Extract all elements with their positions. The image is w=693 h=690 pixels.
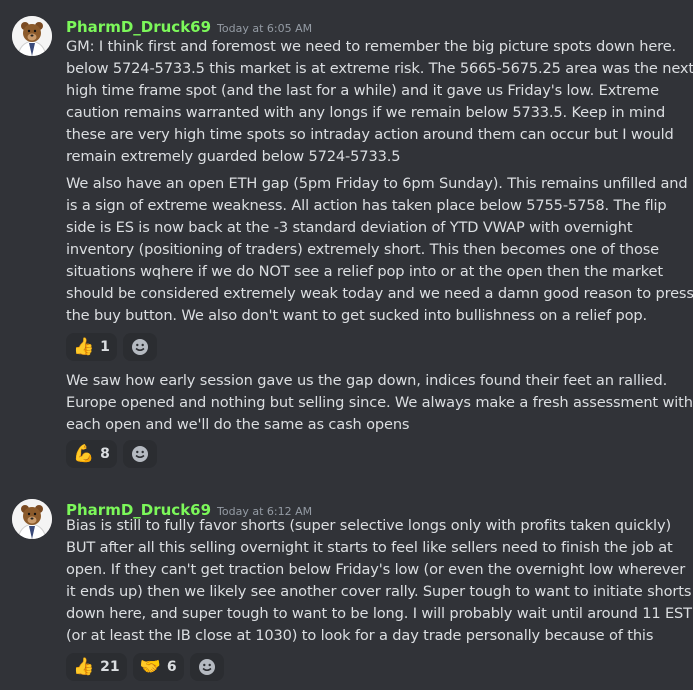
message-line: We saw how early session gave us the gap… <box>66 372 668 389</box>
reaction-count: 6 <box>166 659 177 675</box>
message-paragraph: Bias is still to fully favor shorts (sup… <box>66 515 692 647</box>
reaction-thumbs-up[interactable]: 👍 21 <box>66 653 127 681</box>
message-line: situations wqhere if we do NOT see a rel… <box>66 263 663 280</box>
message-line: GM: I think first and foremost we need t… <box>66 38 677 55</box>
message-line: Europe opened and nothing but selling si… <box>66 394 693 411</box>
reaction-bar: 👍 21 🤝 6 <box>66 653 224 681</box>
bear-avatar-icon <box>12 16 52 56</box>
avatar[interactable] <box>12 499 52 539</box>
message-line: side is ES is now back at the -3 standar… <box>66 219 633 236</box>
timestamp: Today at 6:05 AM <box>217 22 313 35</box>
message-line: Bias is still to fully favor shorts (sup… <box>66 517 671 534</box>
thumbs-up-icon: 👍 <box>73 656 95 677</box>
add-reaction-button[interactable] <box>122 333 157 361</box>
reaction-count: 1 <box>100 339 110 355</box>
message-line: it ends up) then we likely see another c… <box>66 583 692 600</box>
message-line: should be considered extremely weak toda… <box>66 285 693 302</box>
message-line: caution remains warranted with any longs… <box>66 104 666 121</box>
message-line: the buy button. We also don't want to ge… <box>66 307 647 324</box>
message-paragraph: We also have an open ETH gap (5pm Friday… <box>66 173 693 327</box>
smiley-icon <box>131 339 148 355</box>
message-line: We also have an open ETH gap (5pm Friday… <box>66 175 688 192</box>
message-paragraph: We saw how early session gave us the gap… <box>66 370 693 436</box>
handshake-icon: 🤝 <box>139 656 161 677</box>
message-line: is a sign of extreme weakness. All actio… <box>66 197 667 214</box>
username[interactable]: PharmD_Druck69 <box>66 18 211 36</box>
smiley-icon <box>131 446 148 462</box>
message-line: these are very high time spots so intrad… <box>66 126 674 143</box>
message-line: BUT after all this selling overnight it … <box>66 539 673 556</box>
reaction-count: 8 <box>100 446 110 462</box>
reaction-flexed-biceps[interactable]: 💪 8 <box>66 440 117 468</box>
message-line: open. If they can't get traction below F… <box>66 561 686 578</box>
message-line: each open and we'll do the same as cash … <box>66 416 410 433</box>
reaction-bar: 👍 1 <box>66 333 157 361</box>
message-line: down here, and super tough to want to be… <box>66 605 692 622</box>
message-line: inventory (positioning of traders) extre… <box>66 241 660 258</box>
reaction-thumbs-up[interactable]: 👍 1 <box>66 333 117 361</box>
message-line: (or at least the IB close at 1030) to lo… <box>66 627 654 644</box>
avatar[interactable] <box>12 16 52 56</box>
reaction-count: 21 <box>100 659 120 675</box>
thumbs-up-icon: 👍 <box>73 336 95 357</box>
add-reaction-button[interactable] <box>122 440 157 468</box>
message-line: remain extremely guarded below 5724-5733… <box>66 148 401 165</box>
reaction-bar: 💪 8 <box>66 440 157 468</box>
add-reaction-button[interactable] <box>189 653 224 681</box>
message-line: high time frame spot (and the last for a… <box>66 82 660 99</box>
flexed-biceps-icon: 💪 <box>73 443 95 464</box>
message-line: below 5724-5733.5 this market is at extr… <box>66 60 693 77</box>
reaction-handshake[interactable]: 🤝 6 <box>132 653 184 681</box>
bear-avatar-icon <box>12 499 52 539</box>
message-paragraph: GM: I think first and foremost we need t… <box>66 36 693 168</box>
smiley-icon <box>198 659 215 675</box>
